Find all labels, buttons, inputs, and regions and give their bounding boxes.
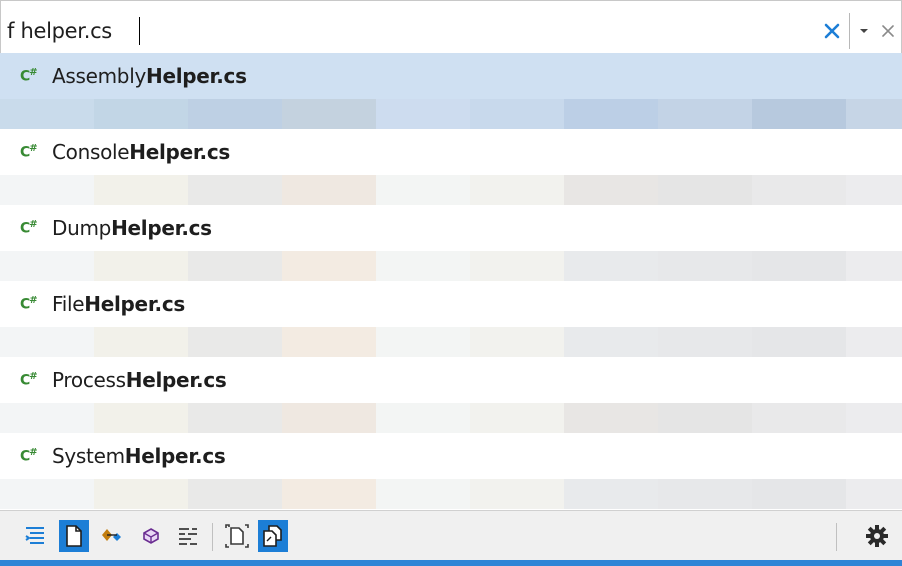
text-caret bbox=[139, 17, 140, 45]
csharp-file-icon: C# bbox=[20, 67, 38, 85]
result-item[interactable]: C# SystemHelper.cs bbox=[0, 433, 902, 509]
files-icon bbox=[66, 525, 82, 547]
clear-search-button[interactable] bbox=[817, 15, 847, 47]
current-document-icon bbox=[225, 524, 249, 548]
result-title-row: C# DumpHelper.cs bbox=[0, 205, 902, 251]
csharp-file-icon: C# bbox=[20, 371, 38, 389]
result-file-name: AssemblyHelper.cs bbox=[52, 64, 247, 88]
toolbar-separator bbox=[836, 523, 837, 551]
result-item[interactable]: C# ProcessHelper.cs bbox=[0, 357, 902, 433]
filter-toolbar bbox=[0, 510, 902, 560]
filter-text-button[interactable] bbox=[173, 520, 203, 552]
csharp-file-icon: C# bbox=[20, 295, 38, 313]
status-strip bbox=[0, 560, 902, 566]
filter-files-button[interactable] bbox=[59, 520, 89, 552]
clear-icon bbox=[824, 23, 840, 39]
filter-all-button[interactable] bbox=[20, 520, 50, 552]
result-file-name: ProcessHelper.cs bbox=[52, 368, 227, 392]
result-item[interactable]: C# DumpHelper.cs bbox=[0, 205, 902, 281]
result-file-name: DumpHelper.cs bbox=[52, 216, 212, 240]
csharp-file-icon: C# bbox=[20, 447, 38, 465]
result-file-name: SystemHelper.cs bbox=[52, 444, 226, 468]
result-path-blurred bbox=[0, 403, 902, 433]
settings-button[interactable] bbox=[862, 520, 892, 552]
result-title-row: C# FileHelper.cs bbox=[0, 281, 902, 327]
result-file-name: FileHelper.cs bbox=[52, 292, 185, 316]
result-path-blurred bbox=[0, 175, 902, 205]
result-file-name: ConsoleHelper.cs bbox=[52, 140, 231, 164]
external-items-button[interactable] bbox=[258, 520, 288, 552]
text-search-icon bbox=[179, 528, 197, 545]
close-icon bbox=[882, 25, 894, 37]
toolbar-separator bbox=[212, 523, 213, 551]
all-items-icon bbox=[25, 527, 44, 544]
filter-types-button[interactable] bbox=[97, 520, 127, 552]
result-path-blurred bbox=[0, 327, 902, 357]
close-search-button[interactable] bbox=[875, 15, 901, 47]
result-item[interactable]: C# ConsoleHelper.cs bbox=[0, 129, 902, 205]
members-icon bbox=[143, 528, 159, 544]
csharp-file-icon: C# bbox=[20, 219, 38, 237]
types-icon bbox=[102, 529, 121, 541]
result-title-row: C# ConsoleHelper.cs bbox=[0, 129, 902, 175]
current-document-button[interactable] bbox=[222, 520, 252, 552]
search-divider bbox=[849, 13, 850, 49]
search-options-dropdown[interactable] bbox=[853, 15, 875, 47]
csharp-file-icon: C# bbox=[20, 143, 38, 161]
search-input[interactable] bbox=[7, 11, 817, 51]
filter-members-button[interactable] bbox=[136, 520, 166, 552]
result-item[interactable]: C# FileHelper.cs bbox=[0, 281, 902, 357]
gear-icon bbox=[866, 525, 888, 547]
result-item[interactable]: C# AssemblyHelper.cs bbox=[0, 53, 902, 129]
result-title-row: C# SystemHelper.cs bbox=[0, 433, 902, 479]
result-title-row: C# AssemblyHelper.cs bbox=[0, 53, 902, 99]
external-items-icon bbox=[263, 525, 282, 547]
chevron-down-icon bbox=[860, 29, 868, 33]
results-list: C# AssemblyHelper.cs C# ConsoleHelper.cs… bbox=[0, 53, 902, 510]
result-path-blurred bbox=[0, 99, 902, 129]
result-path-blurred bbox=[0, 251, 902, 281]
result-title-row: C# ProcessHelper.cs bbox=[0, 357, 902, 403]
result-path-blurred bbox=[0, 479, 902, 509]
